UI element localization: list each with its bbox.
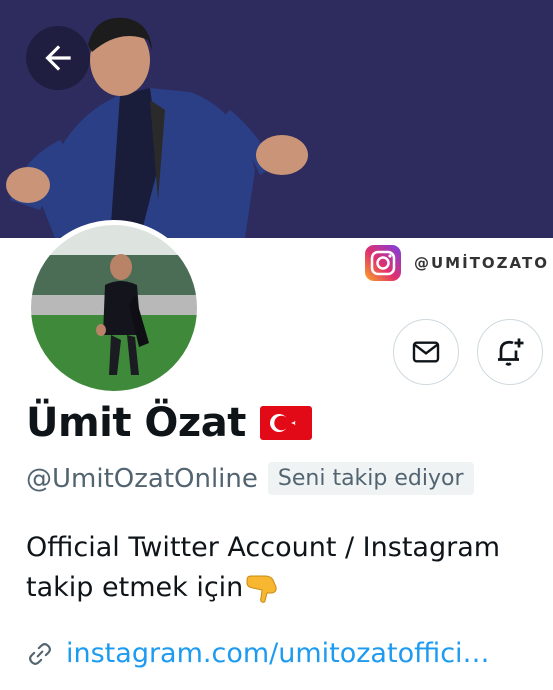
profile-name-row: Ümit Özat xyxy=(26,400,312,446)
profile-link-row[interactable]: instagram.com/umitozatoffici… xyxy=(26,638,490,669)
message-button[interactable] xyxy=(393,319,459,385)
instagram-handle: @UMİTOZATO xyxy=(414,254,549,272)
avatar-photo xyxy=(31,225,197,391)
arrow-left-icon xyxy=(45,45,71,71)
bio-line-1: Official Twitter Account / Instagram xyxy=(26,532,501,563)
bio-line-2-row: takip etmek için xyxy=(26,568,553,608)
instagram-banner-badge: @UMİTOZATO xyxy=(364,244,549,282)
instagram-icon xyxy=(365,245,401,281)
profile-name: Ümit Özat xyxy=(26,400,246,446)
bell-plus-icon xyxy=(498,338,524,366)
avatar[interactable] xyxy=(26,220,202,396)
profile-link[interactable]: instagram.com/umitozatoffici… xyxy=(66,638,490,669)
follows-you-badge: Seni takip ediyor xyxy=(267,462,474,495)
profile-bio: Official Twitter Account / Instagram tak… xyxy=(26,528,553,608)
turkey-flag-icon xyxy=(259,406,312,440)
envelope-icon xyxy=(412,341,440,363)
link-icon xyxy=(29,642,51,665)
banner-photo xyxy=(6,17,308,238)
profile-handle: @UmitOzatOnline xyxy=(26,463,258,494)
notify-button[interactable] xyxy=(477,319,543,385)
back-button[interactable] xyxy=(26,26,90,90)
profile-banner[interactable] xyxy=(0,0,553,238)
backhand-index-pointing-down-icon xyxy=(246,575,277,603)
bio-line-2: takip etmek için xyxy=(26,572,244,603)
handle-row: @UmitOzatOnline Seni takip ediyor xyxy=(26,462,474,495)
